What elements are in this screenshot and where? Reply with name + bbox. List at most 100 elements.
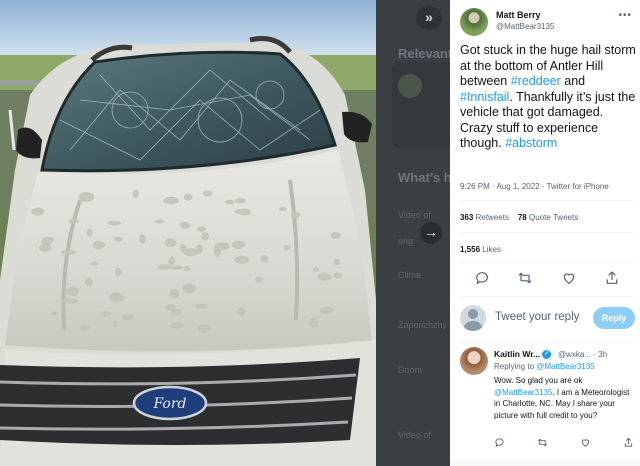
share-icon[interactable] [604, 270, 620, 286]
hail-dent [180, 221, 191, 229]
mention-link[interactable]: @MattBear3135 [494, 388, 552, 397]
background-timeline: Relevant What’s h Video of ong Clima Zap… [376, 0, 450, 466]
avatar[interactable] [460, 347, 488, 375]
reply-age[interactable]: · 3h [593, 350, 607, 359]
hail-dent [92, 240, 106, 250]
hail-dent [68, 219, 79, 224]
quote-count[interactable]: 78 [518, 213, 527, 222]
reply-text: Wow. So glad you are ok @MattBear3135. I… [494, 375, 634, 421]
hail-dent [109, 292, 124, 303]
reply-button[interactable]: Reply [593, 307, 635, 329]
hail-dent [308, 317, 319, 328]
relevant-avatar [398, 74, 422, 98]
replying-to-prefix: Replying to [494, 362, 537, 371]
avatar[interactable] [460, 305, 486, 331]
hail-dent [169, 322, 185, 329]
hail-dent [31, 207, 45, 216]
reply-composer: Tweet your reply Reply [450, 300, 640, 340]
engagement-stats: 363 Retweets 78 Quote Tweets [460, 213, 578, 222]
reply-author-name-text: Kaitlin Wr... [494, 349, 541, 359]
hail-dent [214, 246, 221, 257]
retweet-icon[interactable] [537, 437, 548, 448]
hail-dent [333, 258, 341, 266]
hail-dent [198, 324, 211, 334]
replying-to: Replying to @MattBear3135 [494, 362, 595, 371]
divider [460, 200, 634, 201]
hail-dent [224, 199, 235, 205]
hail-dent [51, 311, 59, 316]
hail-dent [113, 236, 123, 242]
hail-dent [107, 220, 122, 226]
hashtag-link[interactable]: #Innisfail [460, 90, 509, 104]
trend-item: Video of [398, 430, 431, 440]
reply-icon[interactable] [494, 437, 505, 448]
tweet-actions [460, 270, 634, 286]
hail-dent [201, 232, 209, 241]
retweets-count[interactable]: 363 [460, 213, 473, 222]
likes-count[interactable]: 1,556 [460, 245, 480, 254]
hail-dent [41, 236, 52, 247]
avatar[interactable] [460, 8, 488, 36]
hail-dent [182, 283, 197, 294]
replying-to-handle[interactable]: @MattBear3135 [536, 362, 594, 371]
hail-dent [112, 320, 119, 327]
tweet-photo[interactable]: Ford [0, 0, 376, 466]
hail-dent [255, 276, 264, 283]
hail-damaged-car-image: Ford [0, 0, 376, 466]
hail-dent [330, 232, 341, 239]
trend-item: Clima [398, 270, 422, 280]
reply-handle-text[interactable]: @wxka... [558, 350, 591, 359]
hail-dent [260, 255, 269, 263]
hail-dent [183, 193, 193, 201]
hail-dent [79, 325, 90, 331]
media-viewer: Ford Relevant What’s h Video of ong Clim… [0, 0, 640, 466]
hashtag-link[interactable]: #abstorm [505, 136, 557, 150]
reply-author-name[interactable]: Kaitlin Wr... ✓ [494, 349, 552, 360]
whats-happening-heading: What’s h [398, 170, 450, 185]
hail-dent [183, 248, 199, 257]
relevant-heading: Relevant [398, 46, 450, 61]
hail-dent [183, 265, 191, 272]
share-icon[interactable] [623, 437, 634, 448]
hail-dent [319, 306, 334, 315]
double-chevron-right-icon[interactable]: » [416, 6, 442, 30]
tweet-text-part: and [560, 74, 586, 88]
arrow-right-icon[interactable]: → [420, 222, 442, 244]
hail-dent [86, 228, 93, 237]
heart-icon[interactable] [561, 270, 577, 286]
reply-actions [494, 437, 634, 448]
hail-dent [194, 303, 210, 309]
reply-input[interactable]: Tweet your reply [495, 311, 579, 323]
tweet-detail-panel: Matt Berry @MattBear3135 ••• Got stuck i… [450, 0, 640, 466]
hail-dent [317, 272, 332, 281]
hail-dent [197, 226, 207, 232]
author-handle[interactable]: @MattBear3135 [496, 22, 554, 31]
retweet-icon[interactable] [517, 270, 533, 286]
reply-icon[interactable] [474, 270, 490, 286]
hail-dent [283, 245, 291, 251]
reply-text-part: Wow. So glad you are ok [494, 376, 583, 385]
hail-dent [312, 267, 320, 273]
hail-dent [62, 298, 78, 304]
author-name[interactable]: Matt Berry [496, 10, 541, 20]
hail-dent [237, 307, 246, 317]
reply-author-handle: @wxka... · 3h [558, 350, 607, 359]
more-horizontal-icon[interactable]: ••• [618, 10, 632, 21]
likes-stats: 1,556 Likes [460, 245, 501, 254]
tweet-text: Got stuck in the huge hail storm at the … [460, 43, 636, 152]
hail-dent [78, 192, 95, 202]
retweets-label[interactable]: Retweets [476, 213, 509, 222]
divider [460, 296, 634, 297]
divider [460, 232, 634, 233]
tweet-timestamp[interactable]: 9:26 PM · Aug 1, 2022 · Twitter for iPho… [460, 182, 609, 191]
hail-dent [168, 265, 184, 270]
relevant-card [392, 62, 450, 148]
heart-icon[interactable] [580, 437, 591, 448]
reply-tweet[interactable]: Kaitlin Wr... ✓ @wxka... · 3h Replying to… [450, 345, 640, 466]
divider [460, 262, 634, 263]
hashtag-link[interactable]: #reddeer [511, 74, 561, 88]
hail-dent [291, 211, 301, 219]
quote-label[interactable]: Quote Tweets [529, 213, 578, 222]
likes-label[interactable]: Likes [482, 245, 501, 254]
hail-dent [67, 286, 79, 297]
